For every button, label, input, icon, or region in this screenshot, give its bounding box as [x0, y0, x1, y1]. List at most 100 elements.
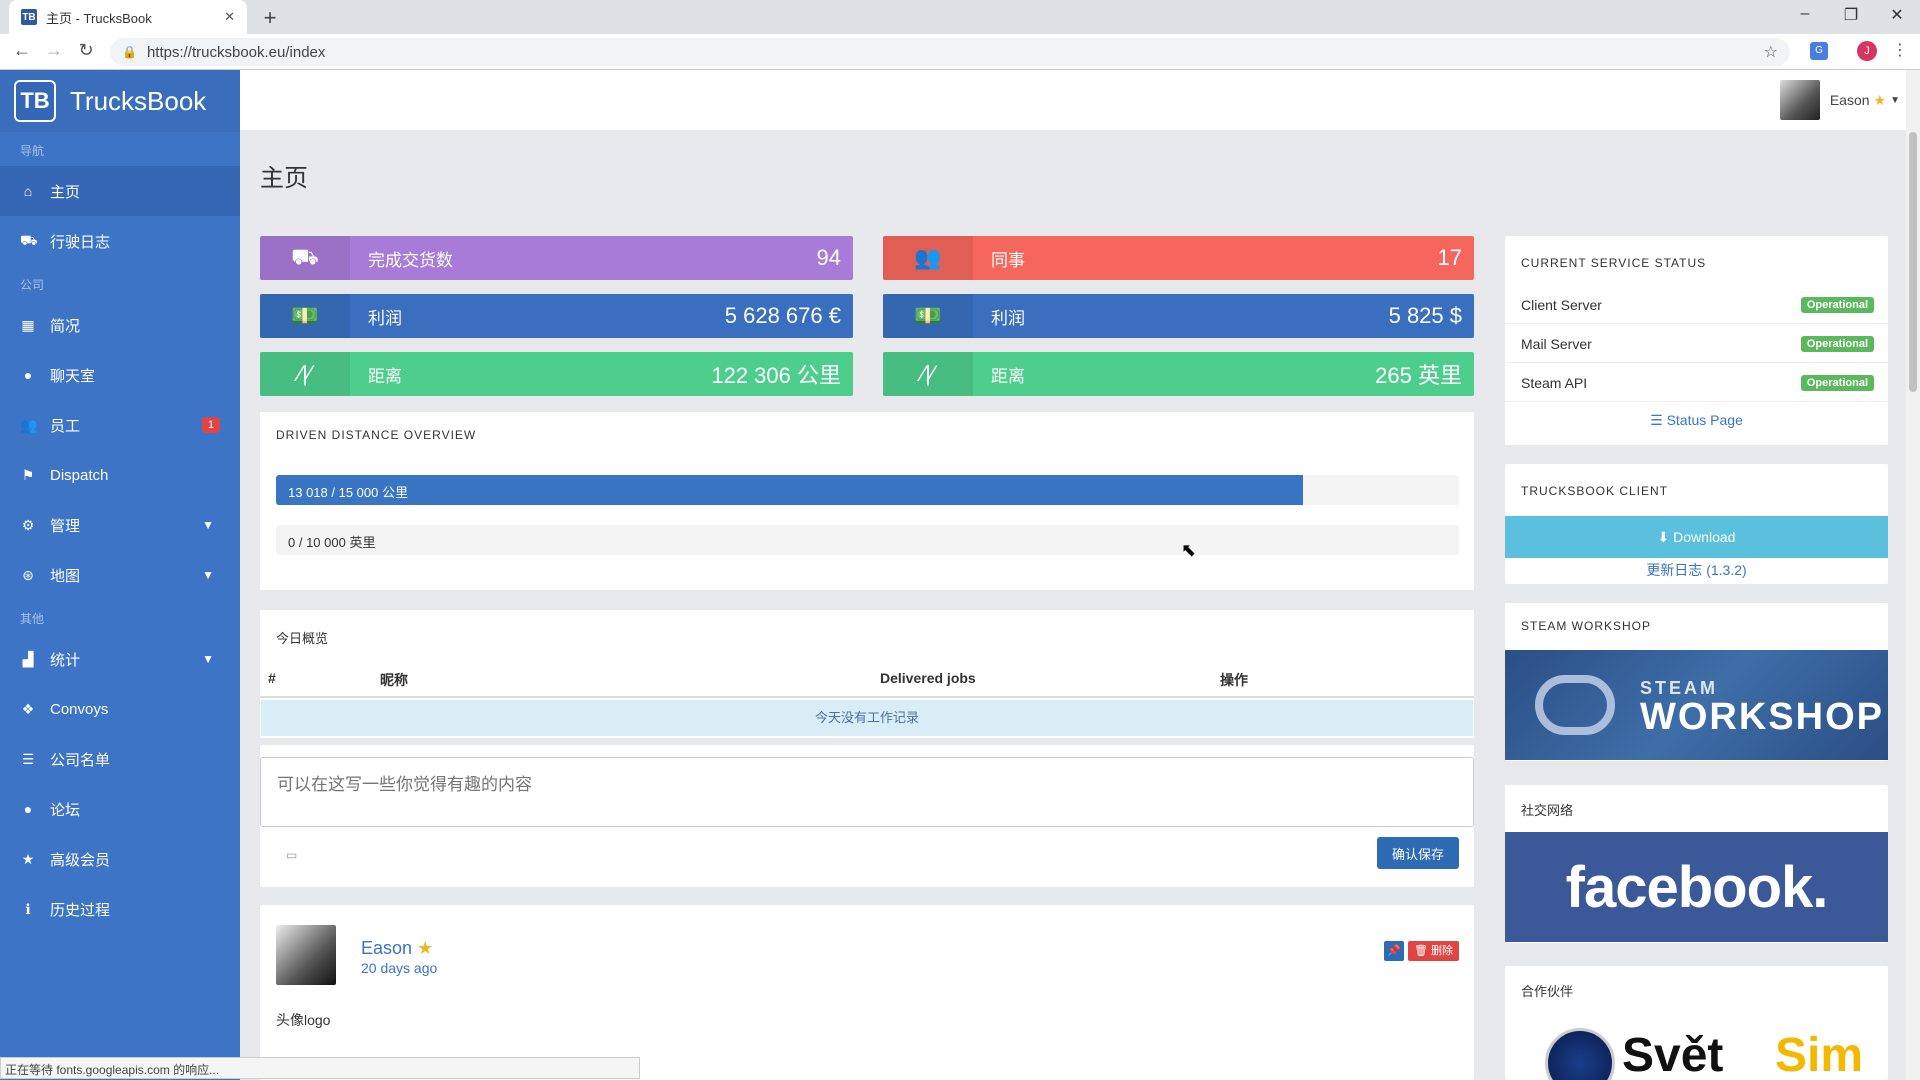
users-icon: 👥	[883, 236, 973, 280]
partners-title: 合作伙伴	[1521, 984, 1574, 999]
scrollbar-thumb[interactable]	[1909, 132, 1917, 392]
sidebar-item-chat[interactable]: ● 聊天室	[0, 350, 240, 400]
close-tab-icon[interactable]: ✕	[224, 9, 235, 25]
truck-icon: ⛟	[20, 231, 38, 248]
avatar	[1779, 80, 1820, 120]
stat-label: 距离	[368, 366, 402, 386]
stat-distance-mi: ⁄|⁄ 距离 265 英里	[883, 352, 1474, 396]
service-name: Mail Server	[1521, 335, 1592, 352]
col-index: #	[268, 670, 276, 686]
sidebar-item-manage[interactable]: ⚙ 管理 ▼	[0, 500, 240, 550]
sidebar-item-map[interactable]: ⊛ 地图 ▼	[0, 550, 240, 600]
page-title: 主页	[260, 165, 308, 192]
sidebar-item-label: 聊天室	[50, 367, 96, 385]
distance-card-title: DRIVEN DISTANCE OVERVIEW	[276, 428, 477, 442]
caret-down-icon: ▼	[1890, 94, 1900, 106]
today-empty-row: 今天没有工作记录	[261, 700, 1473, 736]
banner-big-text: WORKSHOP	[1640, 696, 1884, 738]
comments-icon: ●	[23, 801, 33, 817]
download-label: Download	[1673, 529, 1736, 545]
users-icon: 👥	[20, 416, 38, 433]
browser-menu-icon[interactable]: ⋮	[1892, 40, 1908, 60]
status-badge: Operational	[1800, 374, 1874, 391]
sidebar-item-label: 地图	[50, 567, 81, 585]
facebook-banner[interactable]: facebook.	[1505, 832, 1888, 942]
sidebar-item-employees[interactable]: 👥 员工 1	[0, 400, 240, 450]
sidebar-item-profile[interactable]: ▦ 简况	[0, 300, 240, 350]
info-icon: ℹ	[25, 900, 31, 917]
svetsim-emblem-icon	[1545, 1028, 1615, 1080]
translate-extension-icon[interactable]: G	[1810, 42, 1828, 60]
steam-workshop-banner[interactable]: STEAM WORKSHOP	[1505, 650, 1888, 760]
bookmark-star-icon[interactable]: ☆	[1764, 42, 1778, 62]
sidebar-item-company-list[interactable]: ☰ 公司名单	[0, 734, 240, 784]
signpost-icon: ⚑	[21, 466, 35, 483]
post-author-name[interactable]: Eason	[361, 938, 412, 958]
sidebar-item-home[interactable]: ⌂ 主页	[0, 166, 240, 216]
today-table-header: # 昵称 Delivered jobs 操作	[260, 660, 1474, 698]
sidebar-item-logbook[interactable]: ⛟ 行驶日志	[0, 216, 240, 266]
sidebar-item-convoys[interactable]: ❖ Convoys	[0, 684, 240, 734]
pin-button[interactable]: 📌	[1384, 941, 1404, 961]
brand[interactable]: TB TrucksBook	[0, 70, 240, 132]
post-author[interactable]: Eason ★	[361, 938, 433, 959]
post-time: 20 days ago	[361, 960, 438, 976]
sidebar-item-dispatch[interactable]: ⚑ Dispatch	[0, 450, 240, 500]
sidebar-item-premium[interactable]: ★ 高级会员	[0, 834, 240, 884]
stat-label: 同事	[991, 250, 1025, 270]
profile-avatar[interactable]: J	[1857, 41, 1877, 61]
road-icon: ⁄|⁄	[883, 352, 973, 396]
close-window-icon[interactable]: ✕	[1882, 5, 1912, 25]
image-icon[interactable]: ▭	[286, 848, 297, 862]
stat-colleagues: 👥 同事 17	[883, 236, 1474, 280]
cogs-icon: ⚙	[21, 516, 35, 533]
status-page-link[interactable]: ☰ Status Page	[1505, 412, 1888, 429]
money-icon: 💵	[883, 294, 973, 338]
avatar[interactable]	[276, 925, 336, 985]
star-icon: ★	[417, 938, 434, 958]
page-scrollbar[interactable]	[1906, 70, 1920, 1080]
sidebar-item-label: 统计	[50, 651, 81, 669]
mouse-cursor-icon: ⬉	[1181, 540, 1197, 560]
back-icon[interactable]: ←	[10, 40, 34, 61]
sidebar-item-stats[interactable]: ▟ 统计 ▼	[0, 634, 240, 684]
sidebar-item-label: 历史过程	[50, 901, 111, 919]
map-icon: ⊛	[22, 566, 34, 583]
top-header: Eason ★ ▼	[240, 70, 1920, 130]
lock-icon: 🔒	[122, 45, 137, 59]
changelog-link[interactable]: 更新日志 (1.3.2)	[1505, 560, 1888, 580]
sidebar-item-history[interactable]: ℹ 历史过程	[0, 884, 240, 934]
list-icon: ☰	[1650, 412, 1663, 428]
workshop-title: STEAM WORKSHOP	[1521, 619, 1652, 633]
chat-icon: ●	[23, 367, 33, 383]
new-tab-icon[interactable]: +	[258, 5, 282, 31]
delete-button[interactable]: 🗑 删除	[1408, 941, 1459, 961]
sidebar-item-label: 管理	[50, 517, 81, 535]
stat-label: 利润	[368, 308, 402, 328]
post-textarea[interactable]	[260, 757, 1474, 827]
partner-logo[interactable]: Svět Sim	[1505, 1018, 1888, 1080]
minimize-icon[interactable]: –	[1790, 5, 1820, 23]
sidebar: TB TrucksBook 导航 ⌂ 主页 ⛟ 行驶日志 公司 ▦ 简况 ● 聊天室 👥…	[0, 70, 240, 1080]
chevron-down-icon: ▼	[202, 568, 214, 582]
url-input[interactable]: 🔒 https://trucksbook.eu/index ☆	[110, 38, 1790, 66]
user-menu[interactable]: Eason ★ ▼	[1779, 80, 1900, 120]
forward-icon[interactable]: →	[42, 40, 66, 61]
sidebar-section-company: 公司	[20, 278, 45, 292]
restore-icon[interactable]: ❐	[1836, 5, 1866, 25]
progress-bar-mi: 0 / 10 000 英里	[276, 525, 1459, 555]
browser-tab[interactable]: TB 主页 - TrucksBook ✕	[9, 0, 247, 34]
stat-value: 265 英里	[1375, 363, 1462, 388]
post-card	[260, 905, 1474, 1080]
download-icon: ⬇	[1657, 528, 1670, 545]
chevron-down-icon: ▼	[202, 652, 214, 666]
service-row: Client Server Operational	[1505, 286, 1888, 324]
save-button[interactable]: 确认保存	[1377, 837, 1459, 869]
download-button[interactable]: ⬇ Download	[1505, 516, 1888, 558]
col-delivered: Delivered jobs	[880, 670, 976, 686]
reload-icon[interactable]: ↻	[74, 40, 98, 61]
brand-name: TrucksBook	[70, 85, 207, 116]
sidebar-item-forum[interactable]: ● 论坛	[0, 784, 240, 834]
partner-brand-part1: Svět	[1622, 1029, 1724, 1080]
status-badge: Operational	[1800, 296, 1874, 313]
